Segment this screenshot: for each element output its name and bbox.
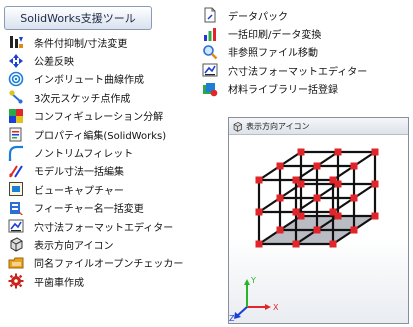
menu-item-label: 条件付抑制/寸法変更 <box>34 38 128 50</box>
view-orientation-window[interactable]: 表示方向アイコン X Y Z <box>228 117 409 324</box>
axis-y-label: Y <box>250 276 256 285</box>
cube-vertex <box>276 194 284 202</box>
fillet-icon <box>8 145 24 161</box>
cube-vertex <box>329 208 337 216</box>
model-dimension-icon <box>8 163 24 179</box>
cube-vertex <box>255 240 263 248</box>
hole-format-icon <box>202 62 218 78</box>
view-capture-icon <box>8 181 24 197</box>
menu-item-model-dimension[interactable]: モデル寸法一括編集 <box>8 162 183 180</box>
cube-vertex <box>313 194 321 202</box>
menu-item-label: 平歯車作成 <box>34 277 84 289</box>
menu-item-view-capture[interactable]: ビューキャプチャー <box>8 180 183 198</box>
menu-item-involute[interactable]: インボリュート曲線作成 <box>8 70 183 88</box>
view-orientation-window-title: 表示方向アイコン <box>246 121 310 131</box>
view-orientation-icon <box>232 121 243 132</box>
menu-item-label: 材料ライブラリー括登録 <box>228 85 338 97</box>
axis-z <box>236 306 248 317</box>
menu-item-label: ノントリムフィレット <box>34 149 134 161</box>
feature-rename-icon <box>8 200 24 216</box>
menu-item-label: インボリュート曲線作成 <box>34 75 144 87</box>
view-orientation-canvas[interactable]: X Y Z <box>229 135 408 323</box>
configuration-split-icon <box>8 108 24 124</box>
cube-vertex <box>371 212 379 220</box>
menu-item-data-pack[interactable]: データパック <box>202 6 367 24</box>
dimension-suppress-icon <box>8 34 24 50</box>
cube-vertex <box>276 226 284 234</box>
view-orientation-cube-graphic: X Y Z <box>229 148 379 323</box>
menu-item-label: モデル寸法一括編集 <box>34 167 124 179</box>
axis-x-label: X <box>273 303 279 312</box>
cube-vertex <box>350 162 358 170</box>
menu-item-unreferenced-file-move[interactable]: 非参照ファイル移動 <box>202 43 367 61</box>
cube-vertex <box>334 148 342 156</box>
menu-item-tolerance[interactable]: 公差反映 <box>8 51 183 69</box>
cube-vertex <box>329 240 337 248</box>
cube-vertex <box>255 176 263 184</box>
menu-item-hole-format-editor[interactable]: 穴寸法フォーマットエディター <box>8 217 183 235</box>
menu-item-conditional-suppress[interactable]: 条件付抑制/寸法変更 <box>8 33 183 51</box>
cube-vertex <box>276 162 284 170</box>
menu-item-configuration-split[interactable]: コンフィギュレーション分解 <box>8 107 183 125</box>
axis-y-arrow <box>244 279 250 285</box>
menu-item-label: 一括印刷/データ変換 <box>228 30 322 42</box>
hole-format-icon <box>8 218 24 234</box>
menu-item-spur-gear[interactable]: 平歯車作成 <box>8 272 183 290</box>
menu-item-label: 3次元スケッチ点作成 <box>34 93 131 105</box>
axis-z-label: Z <box>229 314 235 323</box>
cube-vertex <box>313 162 321 170</box>
axis-x-arrow <box>265 304 271 310</box>
menu-item-label: 表示方向アイコン <box>34 240 114 252</box>
view-orientation-icon <box>8 236 24 253</box>
menu-item-property-edit[interactable]: プロパティ編集(SolidWorks) <box>8 125 183 143</box>
menu-item-label: 穴寸法フォーマットエディター <box>34 222 174 234</box>
solidworks-tools-button[interactable]: SolidWorks支援ツール <box>4 6 152 30</box>
tool-menu-right: データパック 一括印刷/データ変換 非参照ファイル移動 穴寸法フォーマットエディ… <box>202 6 367 98</box>
menu-item-hole-format-editor-2[interactable]: 穴寸法フォーマットエディター <box>202 61 367 79</box>
menu-item-label: 同名ファイルオープンチェッカー <box>34 259 184 271</box>
menu-item-label: データパック <box>228 11 288 23</box>
menu-item-material-library[interactable]: 材料ライブラリー括登録 <box>202 80 367 98</box>
cube-vertex <box>350 226 358 234</box>
cube-vertex <box>371 148 379 156</box>
view-orientation-titlebar[interactable]: 表示方向アイコン <box>229 118 408 135</box>
menu-item-label: プロパティ編集(SolidWorks) <box>34 130 167 142</box>
menu-item-non-trim-fillet[interactable]: ノントリムフィレット <box>8 143 183 161</box>
tool-menu-left: 条件付抑制/寸法変更 公差反映 インボリュート曲線作成 3次元スケッチ点作成 コ… <box>8 33 183 290</box>
menu-item-view-orientation[interactable]: 表示方向アイコン <box>8 235 183 253</box>
menu-item-label: 非参照ファイル移動 <box>228 48 318 60</box>
file-checker-icon <box>8 255 24 271</box>
file-move-icon <box>202 44 218 60</box>
menu-item-label: コンフィギュレーション分解 <box>34 112 164 124</box>
cube-vertex <box>329 176 337 184</box>
cube-vertex <box>292 176 300 184</box>
involute-curve-icon <box>8 71 24 87</box>
cube-vertex <box>371 180 379 188</box>
menu-item-label: 穴寸法フォーマットエディター <box>228 66 368 78</box>
cube-vertex <box>350 194 358 202</box>
menu-item-label: 公差反映 <box>34 57 74 69</box>
tolerance-arrows-icon <box>8 53 24 69</box>
batch-print-icon <box>202 26 218 42</box>
material-library-icon <box>202 81 218 97</box>
menu-item-batch-print[interactable]: 一括印刷/データ変換 <box>202 24 367 42</box>
menu-item-file-open-checker[interactable]: 同名ファイルオープンチェッカー <box>8 254 183 272</box>
menu-item-label: ビューキャプチャー <box>34 185 124 197</box>
property-edit-icon <box>8 126 24 142</box>
data-pack-icon <box>202 7 218 23</box>
menu-item-label: フィーチャー名一括変更 <box>34 204 144 216</box>
sketch-point-icon <box>8 89 24 105</box>
cube-vertex <box>292 240 300 248</box>
gear-icon <box>8 273 24 289</box>
cube-vertex <box>255 208 263 216</box>
cube-vertex <box>297 148 305 156</box>
cube-vertex <box>313 226 321 234</box>
tool-button-label: SolidWorks支援ツール <box>20 12 136 25</box>
menu-item-3d-sketch-point[interactable]: 3次元スケッチ点作成 <box>8 88 183 106</box>
menu-item-feature-rename[interactable]: フィーチャー名一括変更 <box>8 199 183 217</box>
cube-vertex <box>292 208 300 216</box>
